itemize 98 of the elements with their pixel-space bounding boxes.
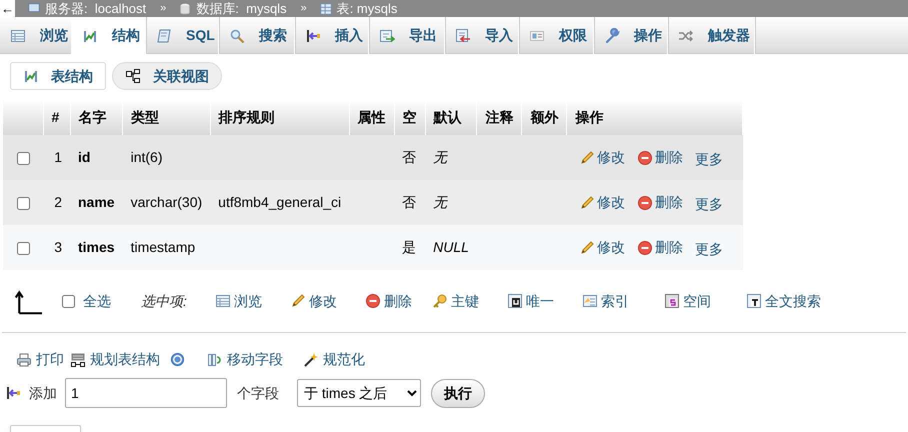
printer-icon [16,352,32,368]
tab[interactable]: SQL [146,17,219,54]
tab[interactable]: 权限 [519,17,594,54]
action-link[interactable]: 更多 [694,194,723,214]
bulk-action-link[interactable]: 主键 [432,290,479,312]
table-cell: name [78,194,115,210]
table-cell: 否 [402,194,416,210]
tab[interactable]: 导入 [445,17,519,54]
bulk-action-link[interactable]: 唯一 [506,290,554,312]
index-icon [582,293,598,309]
table-cell: utf8mb4_general_ci [218,194,342,210]
table-cell: 3 [54,239,62,255]
input-field[interactable]: 1 [65,378,227,408]
tool-link[interactable]: 移动字段 [207,349,283,370]
table-cell: 是 [402,239,416,255]
row-checkbox[interactable] [17,152,30,165]
tab[interactable]: 搜索 [219,17,295,54]
row-checkbox[interactable] [17,196,30,210]
table-icon [318,2,333,16]
table-cell: 无 [433,194,448,210]
delete-icon [636,240,653,256]
action-link[interactable]: 删除 [636,147,683,168]
table-cell: int(6) [130,149,162,165]
bulk-action-link[interactable]: 全文搜索 [746,290,821,312]
table-cell: varchar(30) [130,194,202,210]
table-icon [10,28,26,44]
card-background [10,425,81,432]
subtab[interactable]: 表结构 [10,62,106,90]
bulk-action-link[interactable]: 删除 [364,290,412,312]
tab[interactable]: 操作 [594,17,668,54]
pencil-icon [578,194,595,210]
separator: » [160,1,166,16]
fields-label: 个字段 [237,384,279,402]
table-cell: 1 [54,149,62,165]
table-cell: NULL [433,239,469,255]
delete-icon [636,150,653,166]
table-icon [214,293,231,309]
action-link[interactable]: 更多 [694,148,723,170]
pencil-icon [290,293,306,309]
pencil-icon [578,150,595,166]
bulk-action-link[interactable]: 索引 [582,290,629,312]
table-cell: 否 [402,149,416,165]
table-cell: times [78,239,115,255]
subtab[interactable]: 关联视图 [112,62,222,90]
insert-icon [5,385,21,401]
delete-icon [636,194,653,210]
structure-icon [23,68,39,84]
with-selected-label: 选中项: [141,292,187,310]
select-all-link[interactable]: 全选 [83,290,111,312]
add-label: 添加 [29,384,57,402]
table-cell: 2 [54,194,62,210]
export-icon [379,28,395,44]
planner-icon [70,352,86,368]
delete-icon [364,293,381,309]
tab[interactable]: 触发器 [668,17,755,54]
tool-link[interactable]: 规范化 [303,349,365,370]
index-s-icon [664,293,680,309]
position-select[interactable]: 于 times 之后 [297,379,421,407]
tab[interactable]: 结构 [72,17,146,54]
action-link[interactable]: 修改 [578,192,625,213]
index-u-icon [506,293,523,309]
table-cell: timestamp [130,239,196,255]
execute-button[interactable]: 执行 [431,378,485,408]
key-icon [432,293,448,309]
tab[interactable]: 导出 [369,17,445,54]
scroll-icon [156,28,172,44]
tool-link[interactable]: 打印 [16,349,64,370]
action-link[interactable]: 修改 [578,237,625,258]
tool-link[interactable]: 规划表结构 [70,349,160,370]
action-link[interactable]: 更多 [694,238,723,260]
action-link[interactable]: 删除 [636,237,683,258]
database-icon [178,2,192,16]
help-icon[interactable] [170,352,185,367]
action-link[interactable]: 删除 [636,192,683,213]
bulk-action-link[interactable]: 空间 [664,290,711,312]
bulk-action-link[interactable]: 浏览 [214,290,262,312]
pencil-icon [578,240,595,256]
table-cell: id [78,149,90,165]
shuffle-icon [678,28,694,44]
import-icon [455,28,471,44]
breadcrumb-link[interactable]: 表: mysqls [318,0,398,18]
index-t-icon [746,293,762,309]
select-all-checkbox[interactable] [62,294,75,308]
separator: » [300,1,307,16]
magic-wand-icon [303,352,319,368]
move-columns-icon [207,352,223,368]
search-icon [229,28,245,44]
breadcrumb-link[interactable]: 数据库: mysqls [178,0,287,18]
breadcrumb-link[interactable]: 服务器: localhost [27,0,146,18]
bulk-action-link[interactable]: 修改 [290,290,337,312]
back-button[interactable]: ← [0,0,15,17]
relation-icon [125,68,141,84]
tab[interactable]: 插入 [295,17,369,54]
action-link[interactable]: 修改 [578,147,625,168]
row-checkbox[interactable] [17,242,30,255]
wrench-icon [604,28,620,44]
table-cell: 无 [433,149,448,165]
insert-icon [305,28,321,44]
